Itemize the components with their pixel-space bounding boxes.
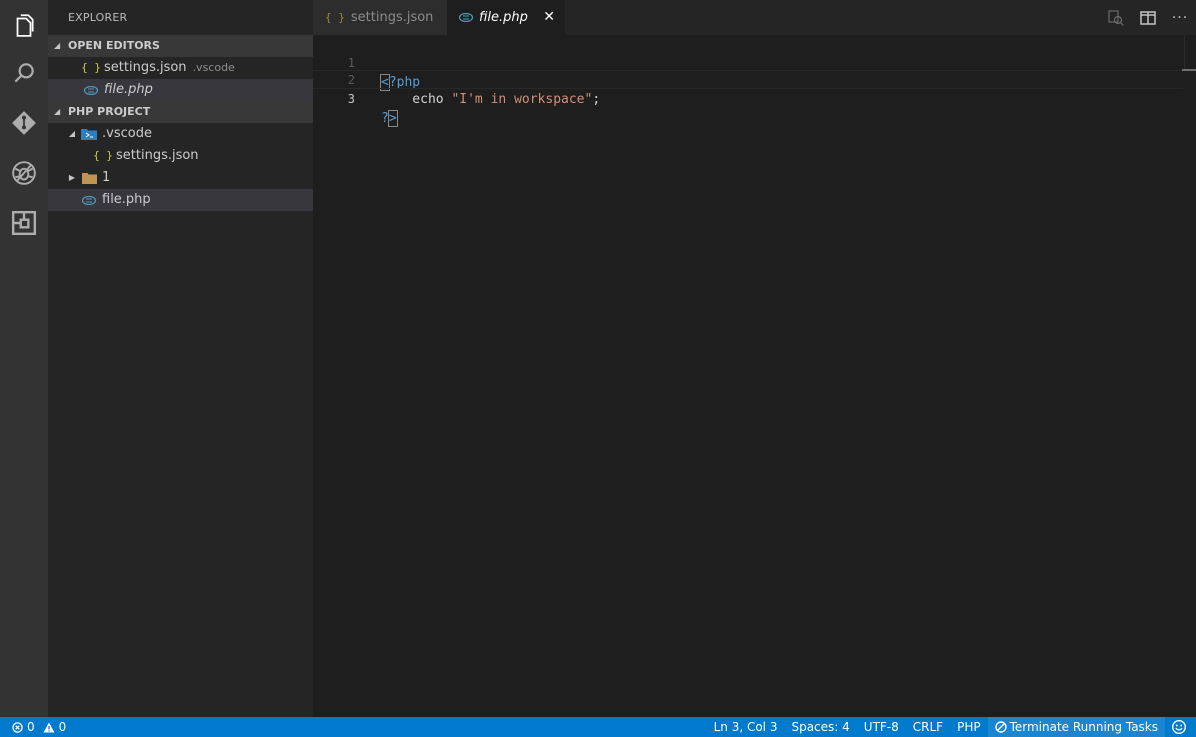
code-token: "I'm in workspace"	[451, 92, 593, 107]
chevron-down-icon: ◢	[54, 107, 61, 116]
tree-item-label: file.php	[102, 192, 151, 207]
json-icon: { }	[325, 11, 345, 24]
terminate-tasks-button[interactable]: Terminate Running Tasks	[987, 717, 1165, 737]
sidebar-title: EXPLORER	[68, 11, 128, 24]
code-token: ?	[381, 111, 389, 126]
tab-label: settings.json	[350, 10, 434, 25]
tree-item-vscode-folder[interactable]: ◢ .vscode	[48, 123, 313, 145]
explorer-sidebar: EXPLORER ◢ OPEN EDITORS { } settings.jso…	[48, 0, 313, 717]
source-control-icon[interactable]	[0, 98, 48, 148]
open-editor-label: file.php	[104, 82, 153, 97]
json-icon: { }	[93, 149, 113, 162]
cursor-position[interactable]: Ln 3, Col 3	[707, 717, 785, 737]
tree-item-folder-1[interactable]: ▶ 1	[48, 167, 313, 189]
terminate-tasks-label: Terminate Running Tasks	[1009, 720, 1158, 734]
php-project-header[interactable]: ◢ PHP PROJECT	[48, 101, 313, 123]
editor-tabs: { } settings.json file.php ✕ ···	[313, 0, 1196, 35]
tree-item-label: 1	[102, 170, 111, 185]
editor-actions: ···	[1100, 0, 1196, 35]
activity-bar	[0, 0, 48, 717]
open-editors-header[interactable]: ◢ OPEN EDITORS	[48, 35, 313, 57]
open-editors-label: OPEN EDITORS	[68, 39, 160, 52]
tree-item-label: settings.json	[116, 148, 199, 163]
split-editor-icon[interactable]	[1132, 10, 1164, 25]
line-content: ?>	[381, 109, 398, 128]
folder-icon	[80, 172, 98, 184]
search-icon[interactable]	[0, 48, 48, 98]
tree-item-settings-json[interactable]: { } settings.json	[48, 145, 313, 167]
chevron-down-icon: ◢	[68, 129, 76, 138]
code-token: >	[387, 110, 398, 127]
chevron-right-icon: ▶	[68, 173, 76, 182]
line-endings[interactable]: CRLF	[906, 717, 950, 737]
tab-settings-json[interactable]: { } settings.json	[313, 0, 447, 35]
more-actions-icon[interactable]: ···	[1164, 10, 1196, 26]
php-icon	[80, 195, 98, 205]
extensions-icon[interactable]	[0, 198, 48, 248]
problems-indicator[interactable]: 0 0	[12, 717, 66, 737]
line-number: 3	[347, 92, 355, 106]
chevron-down-icon: ◢	[54, 41, 61, 50]
debug-icon[interactable]	[0, 148, 48, 198]
warning-count: 0	[58, 720, 67, 734]
vscode-folder-icon	[80, 128, 98, 140]
feedback-icon[interactable]	[1165, 717, 1196, 737]
stop-icon	[994, 721, 1007, 733]
tree-item-file-php[interactable]: file.php	[48, 189, 313, 211]
vertical-scrollbar[interactable]	[1182, 35, 1196, 717]
tab-file-php[interactable]: file.php ✕	[447, 0, 565, 35]
status-right: Ln 3, Col 3 Spaces: 4 UTF-8 CRLF PHP Ter…	[707, 717, 1196, 737]
tab-label: file.php	[479, 10, 528, 25]
line-content: echo "I'm in workspace";	[381, 90, 600, 109]
language-mode[interactable]: PHP	[950, 717, 988, 737]
warning-icon	[43, 722, 55, 732]
php-project-label: PHP PROJECT	[68, 105, 151, 118]
encoding[interactable]: UTF-8	[857, 717, 906, 737]
overview-ruler	[1184, 35, 1194, 71]
close-icon[interactable]: ✕	[543, 0, 555, 35]
cursor-marker	[1182, 69, 1196, 71]
open-editor-item-file-php[interactable]: file.php	[48, 79, 313, 101]
open-editor-label: settings.json	[104, 60, 187, 75]
code-token: ;	[592, 92, 601, 107]
error-count: 0	[27, 720, 35, 734]
open-editor-item-settings[interactable]: { } settings.json .vscode	[48, 57, 313, 79]
php-icon	[82, 85, 100, 95]
code-token: echo	[381, 92, 452, 107]
error-icon	[12, 721, 23, 733]
tree-item-label: .vscode	[102, 126, 152, 141]
status-bar: 0 0 Ln 3, Col 3 Spaces: 4 UTF-8 CRLF PHP…	[0, 717, 1196, 737]
code-line: 2 echo "I'm in workspace";	[313, 52, 1183, 107]
json-icon: { }	[81, 61, 101, 74]
explorer-icon[interactable]	[0, 0, 48, 50]
open-changes-icon[interactable]	[1100, 9, 1132, 26]
code-line-current: 3 ?>	[313, 70, 1183, 127]
open-editor-description: .vscode	[192, 61, 235, 74]
indentation[interactable]: Spaces: 4	[784, 717, 856, 737]
code-editor[interactable]: 1 <?php 2 echo "I'm in workspace"; 3 ?>	[313, 35, 1196, 717]
php-icon	[459, 13, 473, 22]
